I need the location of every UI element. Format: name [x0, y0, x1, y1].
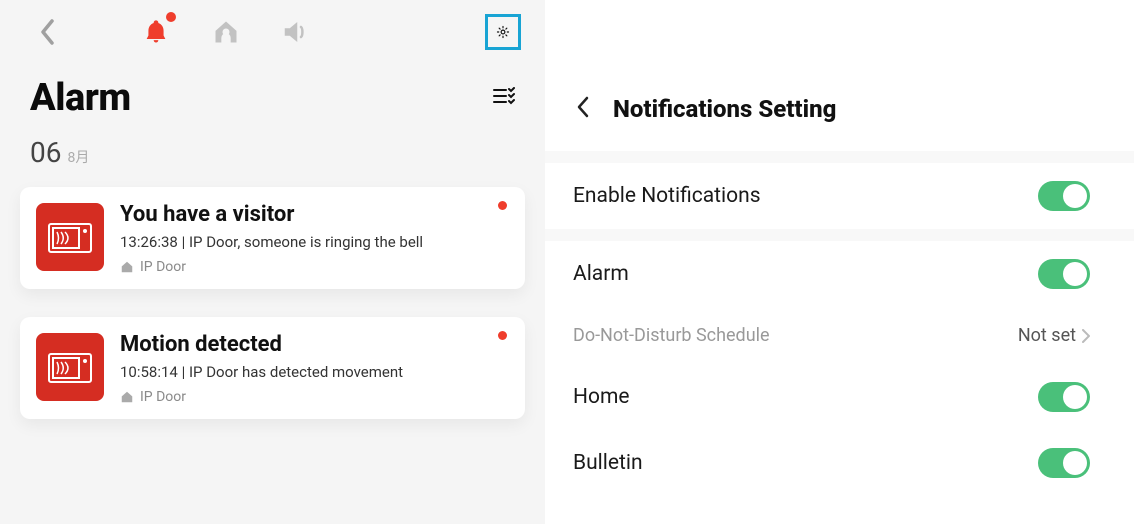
- unread-dot-icon: [498, 201, 507, 210]
- alarm-card-sub: 10:58:14 | IP Door has detected movement: [120, 363, 509, 381]
- section-divider: [545, 229, 1134, 241]
- row-alarm: Alarm: [545, 241, 1134, 307]
- alarm-card-device: IP Door: [120, 389, 509, 405]
- date-month: 8月: [67, 147, 89, 167]
- alarm-card-device-name: IP Door: [140, 389, 186, 405]
- speaker-icon[interactable]: [278, 14, 314, 50]
- row-home: Home: [545, 364, 1134, 430]
- settings-gear-icon[interactable]: [485, 14, 521, 50]
- alarm-card[interactable]: Motion detected 10:58:14 | IP Door has d…: [20, 317, 525, 419]
- alarm-card-list: You have a visitor 13:26:38 | IP Door, s…: [0, 187, 545, 419]
- date-day: 06: [30, 136, 61, 169]
- notification-dot-icon: [166, 12, 176, 22]
- row-label: Home: [573, 385, 630, 409]
- alarm-card-sub: 13:26:38 | IP Door, someone is ringing t…: [120, 233, 509, 251]
- toggle-switch[interactable]: [1038, 382, 1090, 412]
- row-label: Do-Not-Disturb Schedule: [573, 325, 770, 346]
- alarm-card-device: IP Door: [120, 259, 509, 275]
- toggle-switch[interactable]: [1038, 448, 1090, 478]
- profile-house-icon[interactable]: [208, 14, 244, 50]
- page-title: Alarm: [30, 76, 131, 120]
- row-enable-notifications: Enable Notifications: [545, 163, 1134, 229]
- alarm-header: Alarm: [0, 76, 545, 120]
- row-dnd-schedule[interactable]: Do-Not-Disturb Schedule Not set: [545, 307, 1134, 364]
- date-row: 06 8月: [0, 120, 545, 187]
- settings-panel: Notifications Setting Enable Notificatio…: [545, 0, 1134, 524]
- row-label: Enable Notifications: [573, 184, 761, 208]
- alarm-panel: Alarm 06 8月 You have a visitor 13:26:38 …: [0, 0, 545, 524]
- back-icon[interactable]: [30, 14, 66, 50]
- alarm-card-device-name: IP Door: [140, 259, 186, 275]
- camera-thumb-icon: [36, 333, 104, 401]
- row-label: Alarm: [573, 262, 629, 286]
- section-divider: [545, 151, 1134, 163]
- top-icon-bar: [0, 0, 545, 68]
- alarm-card[interactable]: You have a visitor 13:26:38 | IP Door, s…: [20, 187, 525, 289]
- filter-checklist-icon[interactable]: [493, 87, 515, 109]
- home-small-icon: [120, 260, 134, 274]
- settings-title: Notifications Setting: [613, 95, 836, 123]
- row-label: Bulletin: [573, 451, 643, 475]
- back-icon[interactable]: [577, 96, 589, 122]
- home-small-icon: [120, 390, 134, 404]
- row-bulletin: Bulletin: [545, 430, 1134, 496]
- toggle-switch[interactable]: [1038, 259, 1090, 289]
- alarm-card-title: Motion detected: [120, 333, 509, 357]
- camera-thumb-icon: [36, 203, 104, 271]
- settings-header: Notifications Setting: [545, 95, 1134, 151]
- bell-icon[interactable]: [138, 14, 174, 50]
- alarm-card-title: You have a visitor: [120, 203, 509, 227]
- toggle-switch[interactable]: [1038, 181, 1090, 211]
- dnd-value-text: Not set: [1018, 325, 1076, 346]
- row-value: Not set: [1018, 325, 1090, 346]
- chevron-right-icon: [1082, 329, 1090, 343]
